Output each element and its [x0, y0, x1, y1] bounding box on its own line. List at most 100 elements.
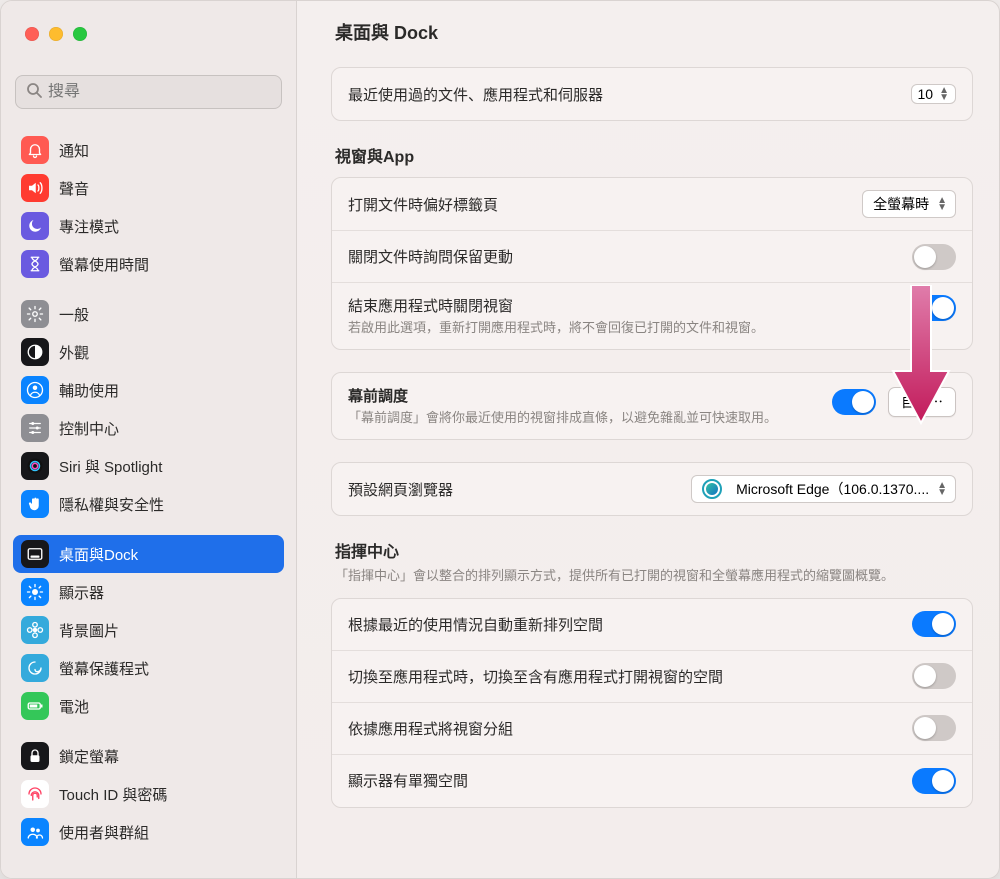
sidebar-item-wallpaper[interactable]: 背景圖片: [13, 611, 284, 649]
sidebar-item-label: 使用者與群組: [59, 822, 149, 843]
recent-items-label: 最近使用過的文件、應用程式和伺服器: [348, 84, 603, 105]
sidebar-item-displays[interactable]: 顯示器: [13, 573, 284, 611]
touchid-icon: [21, 780, 49, 808]
system-settings-window: 通知聲音專注模式螢幕使用時間一般外觀輔助使用控制中心 Siri 與 Spotlig…: [0, 0, 1000, 879]
screensaver-icon: [21, 654, 49, 682]
ask-changes-row: 關閉文件時詢問保留更動: [332, 231, 972, 283]
sidebar-item-general[interactable]: 一般: [13, 295, 284, 333]
sidebar-item-accessibility[interactable]: 輔助使用: [13, 371, 284, 409]
search-icon: [26, 82, 48, 103]
ask-changes-toggle[interactable]: [912, 244, 956, 270]
sidebar-item-label: 電池: [59, 696, 89, 717]
sidebar-item-sound[interactable]: 聲音: [13, 169, 284, 207]
sidebar-item-label: 控制中心: [59, 418, 119, 439]
close-windows-row: 結束應用程式時關閉視窗 若啟用此選項，重新打開應用程式時，將不會回復已打開的文件…: [332, 283, 972, 349]
windows-apps-card: 打開文件時偏好標籤頁 全螢幕時 ▲▼ 關閉文件時詢問保留更動 結束應用程式時關閉…: [331, 177, 973, 350]
close-windows-toggle[interactable]: [912, 295, 956, 321]
general-icon: [21, 300, 49, 328]
stage-manager-customize-button[interactable]: 自訂⋯: [888, 387, 956, 417]
sound-icon: [21, 174, 49, 202]
windows-apps-heading: 視窗與App: [335, 143, 969, 167]
default-browser-row: 預設網頁瀏覽器 Microsoft Edge（106.0.1370.... ▲▼: [332, 463, 972, 515]
default-browser-value: Microsoft Edge（106.0.1370....: [736, 479, 929, 499]
prefer-tabs-row: 打開文件時偏好標籤頁 全螢幕時 ▲▼: [332, 178, 972, 231]
stage-manager-toggle[interactable]: [832, 389, 876, 415]
settings-content: 最近使用過的文件、應用程式和伺服器 10 ▲▼ 視窗與App 打開文件時偏好標籤…: [297, 63, 999, 878]
chevron-updown-icon: ▲▼: [937, 197, 947, 211]
switch-space-row: 切換至應用程式時，切換至含有應用程式打開視窗的空間: [332, 651, 972, 703]
sidebar-item-lock[interactable]: 鎖定螢幕: [13, 737, 284, 775]
switch-space-toggle[interactable]: [912, 663, 956, 689]
mission-control-card: 根據最近的使用情況自動重新排列空間 切換至應用程式時，切換至含有應用程式打開視窗…: [331, 598, 973, 808]
sidebar-list: 通知聲音專注模式螢幕使用時間一般外觀輔助使用控制中心 Siri 與 Spotlig…: [1, 119, 296, 878]
recent-items-stepper[interactable]: 10 ▲▼: [911, 84, 956, 104]
stage-manager-text: 幕前調度 「幕前調度」會將你最近使用的視窗排成直條，以避免雜亂並可快速取用。: [348, 385, 777, 427]
stage-manager-row: 幕前調度 「幕前調度」會將你最近使用的視窗排成直條，以避免雜亂並可快速取用。 自…: [332, 373, 972, 439]
sidebar-item-label: 隱私權與安全性: [59, 494, 164, 515]
sidebar-item-privacy[interactable]: 隱私權與安全性: [13, 485, 284, 523]
separate-spaces-row: 顯示器有單獨空間: [332, 755, 972, 807]
sidebar-item-label: 桌面與Dock: [59, 544, 138, 565]
displays-icon: [21, 578, 49, 606]
sidebar-item-screensaver[interactable]: 螢幕保護程式: [13, 649, 284, 687]
stepper-arrows-icon: ▲▼: [939, 87, 949, 101]
stage-manager-label: 幕前調度: [348, 385, 777, 406]
main-panel: 桌面與 Dock 最近使用過的文件、應用程式和伺服器 10 ▲▼ 視窗與App …: [297, 1, 999, 878]
zoom-window-button[interactable]: [73, 27, 87, 41]
sidebar-item-battery[interactable]: 電池: [13, 687, 284, 725]
sidebar-item-label: 外觀: [59, 342, 89, 363]
sidebar-item-screentime[interactable]: 螢幕使用時間: [13, 245, 284, 283]
sidebar-item-siri[interactable]: Siri 與 Spotlight: [13, 447, 284, 485]
sidebar-item-touchid[interactable]: Touch ID 與密碼: [13, 775, 284, 813]
sidebar-item-users[interactable]: 使用者與群組: [13, 813, 284, 851]
recent-items-card: 最近使用過的文件、應用程式和伺服器 10 ▲▼: [331, 67, 973, 121]
group-by-app-label: 依據應用程式將視窗分組: [348, 718, 513, 739]
sidebar-item-label: 專注模式: [59, 216, 119, 237]
appearance-icon: [21, 338, 49, 366]
battery-icon: [21, 692, 49, 720]
sidebar-item-dock[interactable]: 桌面與Dock: [13, 535, 284, 573]
sidebar-item-control-center[interactable]: 控制中心: [13, 409, 284, 447]
auto-arrange-row: 根據最近的使用情況自動重新排列空間: [332, 599, 972, 651]
prefer-tabs-select[interactable]: 全螢幕時 ▲▼: [862, 190, 956, 218]
sidebar-item-appearance[interactable]: 外觀: [13, 333, 284, 371]
default-browser-card: 預設網頁瀏覽器 Microsoft Edge（106.0.1370.... ▲▼: [331, 462, 973, 516]
siri-icon: [21, 452, 49, 480]
window-controls: [25, 27, 87, 41]
close-windows-text: 結束應用程式時關閉視窗 若啟用此選項，重新打開應用程式時，將不會回復已打開的文件…: [348, 295, 764, 337]
sidebar-item-label: 鎖定螢幕: [59, 746, 119, 767]
separate-spaces-label: 顯示器有單獨空間: [348, 770, 468, 791]
sidebar-item-label: 聲音: [59, 178, 89, 199]
group-by-app-toggle[interactable]: [912, 715, 956, 741]
wallpaper-icon: [21, 616, 49, 644]
auto-arrange-label: 根據最近的使用情況自動重新排列空間: [348, 614, 603, 635]
mission-control-heading: 指揮中心: [335, 538, 969, 562]
edge-browser-icon: [702, 479, 722, 499]
stage-manager-card: 幕前調度 「幕前調度」會將你最近使用的視窗排成直條，以避免雜亂並可快速取用。 自…: [331, 372, 973, 440]
default-browser-label: 預設網頁瀏覽器: [348, 479, 453, 500]
sidebar-item-label: Siri 與 Spotlight: [59, 456, 162, 477]
focus-icon: [21, 212, 49, 240]
close-window-button[interactable]: [25, 27, 39, 41]
chevron-updown-icon: ▲▼: [937, 482, 947, 496]
sidebar-item-focus[interactable]: 專注模式: [13, 207, 284, 245]
control-center-icon: [21, 414, 49, 442]
auto-arrange-toggle[interactable]: [912, 611, 956, 637]
lock-icon: [21, 742, 49, 770]
dock-icon: [21, 540, 49, 568]
search-field-wrapper[interactable]: [15, 75, 282, 109]
sidebar-item-notifications[interactable]: 通知: [13, 131, 284, 169]
users-icon: [21, 818, 49, 846]
sidebar-item-label: 顯示器: [59, 582, 104, 603]
default-browser-select[interactable]: Microsoft Edge（106.0.1370.... ▲▼: [691, 475, 956, 503]
settings-sidebar: 通知聲音專注模式螢幕使用時間一般外觀輔助使用控制中心 Siri 與 Spotlig…: [1, 1, 297, 878]
privacy-icon: [21, 490, 49, 518]
sidebar-item-label: Touch ID 與密碼: [59, 784, 167, 805]
separate-spaces-toggle[interactable]: [912, 768, 956, 794]
switch-space-label: 切換至應用程式時，切換至含有應用程式打開視窗的空間: [348, 666, 723, 687]
prefer-tabs-label: 打開文件時偏好標籤頁: [348, 194, 498, 215]
minimize-window-button[interactable]: [49, 27, 63, 41]
search-input[interactable]: [48, 83, 271, 101]
ask-changes-label: 關閉文件時詢問保留更動: [348, 246, 513, 267]
sidebar-item-label: 通知: [59, 140, 89, 161]
